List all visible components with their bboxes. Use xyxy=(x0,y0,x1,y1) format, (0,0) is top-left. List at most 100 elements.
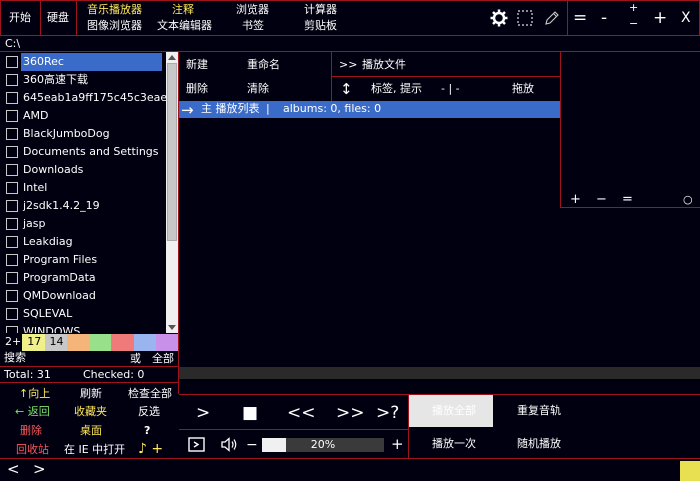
file-list-item[interactable]: Downloads xyxy=(0,161,166,179)
color-swatch[interactable] xyxy=(66,334,89,351)
pen-icon[interactable] xyxy=(544,10,560,26)
music-player-button[interactable]: 音乐播放器 xyxy=(87,3,142,17)
play-button[interactable]: > xyxy=(196,403,210,423)
maximize-button[interactable]: + xyxy=(653,8,667,28)
file-checkbox[interactable] xyxy=(6,110,18,122)
rename-playlist-button[interactable]: 重命名 xyxy=(247,58,280,72)
file-checkbox[interactable] xyxy=(6,308,18,320)
volume-up-button[interactable]: + xyxy=(391,436,404,453)
drag-drop-button[interactable]: 拖放 xyxy=(512,82,534,96)
repeat-track-button[interactable]: 重复音轨 xyxy=(517,404,561,418)
window-menu-button[interactable]: = xyxy=(573,8,587,28)
open-in-ie-button[interactable]: 在 IE 中打开 xyxy=(64,443,125,457)
play-once-button[interactable]: 播放一次 xyxy=(432,437,476,451)
refresh-button[interactable]: 刷新 xyxy=(80,387,102,401)
file-checkbox[interactable] xyxy=(6,326,18,333)
file-list-item[interactable]: QMDownload xyxy=(0,287,166,305)
minimize-button[interactable]: - xyxy=(601,8,607,28)
scrollbar-up-arrow[interactable] xyxy=(168,55,176,60)
file-checkbox[interactable] xyxy=(6,164,18,176)
invert-selection-button[interactable]: 反选 xyxy=(138,405,160,419)
file-checkbox[interactable] xyxy=(6,254,18,266)
disk-button[interactable]: 硬盘 xyxy=(47,11,69,25)
text-editor-button[interactable]: 文本编辑器 xyxy=(157,19,212,33)
file-list-item[interactable]: 360Rec xyxy=(0,53,166,71)
file-list-item[interactable]: Leakdiag xyxy=(0,233,166,251)
file-checkbox[interactable] xyxy=(6,290,18,302)
add-music-button[interactable]: ♪ + xyxy=(138,441,163,457)
file-checkbox[interactable] xyxy=(6,56,18,68)
recycle-bin-button[interactable]: 回收站 xyxy=(16,443,49,457)
file-checkbox[interactable] xyxy=(6,272,18,284)
next-button[interactable]: >> xyxy=(336,403,365,423)
scrollbar-thumb[interactable] xyxy=(167,63,177,241)
gear-icon[interactable] xyxy=(490,9,508,27)
stop-button[interactable]: ■ xyxy=(242,403,258,423)
calculator-button[interactable]: 计算器 xyxy=(304,3,337,17)
file-list-item[interactable]: BlackJumboDog xyxy=(0,125,166,143)
volume-slider[interactable]: 20% xyxy=(262,438,384,452)
shuffle-button[interactable]: 随机播放 xyxy=(517,437,561,451)
scrollbar-down-arrow[interactable] xyxy=(168,325,176,330)
preview-fit-button[interactable]: = xyxy=(622,193,633,207)
preview-zoom-in-button[interactable]: + xyxy=(570,193,581,207)
delete-button[interactable]: 删除 xyxy=(20,424,42,438)
file-list-item[interactable]: 645eab1a9ff175c45c3eae774... xyxy=(0,89,178,107)
color-swatch[interactable] xyxy=(89,334,112,351)
help-button[interactable]: ? xyxy=(144,424,150,438)
start-button[interactable]: 开始 xyxy=(9,11,31,25)
screen-icon[interactable] xyxy=(188,437,205,452)
file-list-item[interactable]: jasp xyxy=(0,215,166,233)
zoom-out-small-button[interactable]: − xyxy=(629,17,638,31)
back-button[interactable]: ← 返回 xyxy=(15,405,50,419)
file-checkbox[interactable] xyxy=(6,218,18,230)
color-swatch[interactable] xyxy=(155,334,178,351)
separator-button[interactable]: - | - xyxy=(441,82,460,96)
file-list-scrollbar[interactable] xyxy=(166,52,178,333)
previous-button[interactable]: << xyxy=(287,403,316,423)
sort-icon[interactable]: ↕ xyxy=(340,80,353,98)
file-checkbox[interactable] xyxy=(6,74,18,86)
file-checkbox[interactable] xyxy=(6,236,18,248)
file-checkbox[interactable] xyxy=(6,92,18,104)
select-region-icon[interactable] xyxy=(517,10,533,26)
volume-down-button[interactable]: − xyxy=(246,437,258,453)
file-list-item[interactable]: SQLEVAL xyxy=(0,305,166,323)
random-play-button[interactable]: >? xyxy=(376,403,399,423)
file-list-item[interactable]: Documents and Settings xyxy=(0,143,166,161)
color-swatch[interactable]: 2+ xyxy=(0,334,23,351)
file-list-item[interactable]: Intel xyxy=(0,179,166,197)
nav-forward-button[interactable]: > xyxy=(33,461,46,478)
progress-strip[interactable] xyxy=(179,367,700,379)
preview-reset-button[interactable]: ○ xyxy=(683,193,693,207)
favorites-button[interactable]: 收藏夹 xyxy=(74,405,107,419)
file-list-item[interactable]: ProgramData xyxy=(0,269,166,287)
search-label[interactable]: 搜索 xyxy=(4,351,26,365)
check-all-button[interactable]: 检查全部 xyxy=(128,387,172,401)
nav-back-button[interactable]: < xyxy=(7,461,20,478)
up-button[interactable]: ↑向上 xyxy=(19,387,50,401)
color-swatch[interactable]: 17 xyxy=(22,334,45,351)
delete-playlist-button[interactable]: 删除 xyxy=(186,82,208,96)
all-filter-button[interactable]: 全部 xyxy=(152,352,174,366)
speaker-icon[interactable] xyxy=(220,437,238,452)
file-list-item[interactable]: AMD xyxy=(0,107,166,125)
browser-button[interactable]: 浏览器 xyxy=(236,3,269,17)
zoom-in-small-button[interactable]: + xyxy=(629,1,638,15)
file-list-item[interactable]: 360高速下载 xyxy=(0,71,166,89)
clear-playlist-button[interactable]: 清除 xyxy=(247,82,269,96)
file-checkbox[interactable] xyxy=(6,128,18,140)
file-list-item[interactable]: WINDOWS xyxy=(0,323,166,333)
play-file-button[interactable]: 播放文件 xyxy=(362,58,406,72)
image-viewer-button[interactable]: 图像浏览器 xyxy=(87,19,142,33)
file-checkbox[interactable] xyxy=(6,182,18,194)
file-checkbox[interactable] xyxy=(6,200,18,212)
file-list-item[interactable]: j2sdk1.4.2_19 xyxy=(0,197,166,215)
color-swatch[interactable] xyxy=(111,334,134,351)
color-swatch[interactable] xyxy=(133,334,156,351)
close-button[interactable]: X xyxy=(681,9,691,27)
desktop-button[interactable]: 桌面 xyxy=(80,424,102,438)
clipboard-button[interactable]: 剪贴板 xyxy=(304,19,337,33)
annotation-button[interactable]: 注释 xyxy=(172,3,194,17)
color-swatch[interactable]: 14 xyxy=(44,334,67,351)
